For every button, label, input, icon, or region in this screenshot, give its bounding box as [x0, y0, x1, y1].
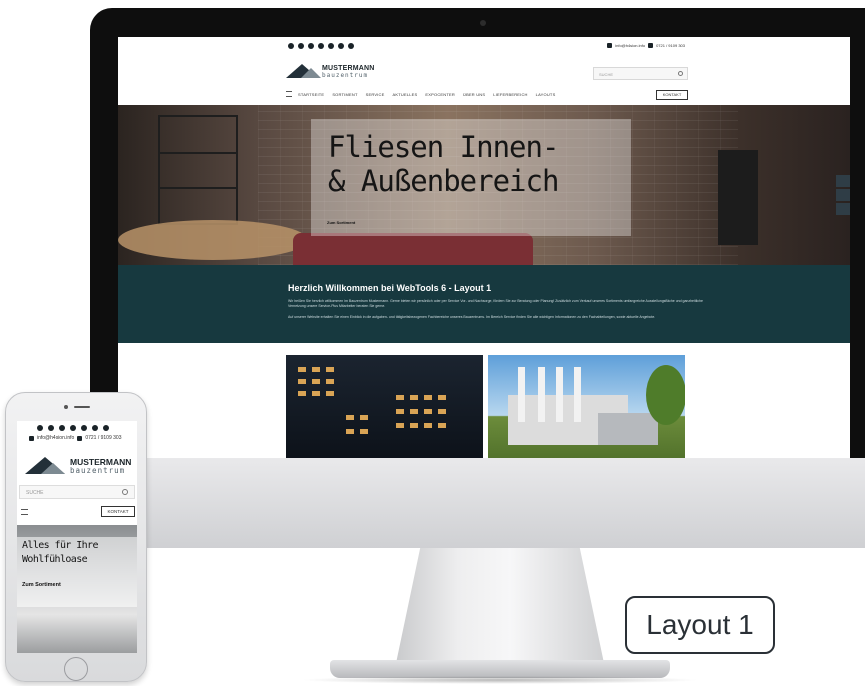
- nav-items: STARTSEITE SORTIMENT SERVICE AKTUELLES E…: [298, 92, 555, 97]
- phone-hero-title-line1: Alles für Ihre: [22, 540, 98, 551]
- stand-shadow: [300, 676, 700, 684]
- nav-item-startseite[interactable]: STARTSEITE: [298, 92, 324, 97]
- twitter-icon[interactable]: [48, 425, 54, 431]
- hero-table: [118, 220, 308, 260]
- nav-item-ueber-uns[interactable]: ÜBER UNS: [463, 92, 485, 97]
- phone-phone-link[interactable]: 0721 / 9109 303: [85, 435, 121, 441]
- welcome-paragraph-2: Auf unserer Website erhalten Sie einen E…: [288, 315, 656, 319]
- nav-item-layouts[interactable]: LAYOUTS: [536, 92, 556, 97]
- search-input[interactable]: SUCHE: [593, 67, 688, 80]
- teaser-image-building-night[interactable]: [286, 355, 483, 458]
- phone-contact-button[interactable]: KONTAKT: [101, 506, 135, 517]
- xing-icon[interactable]: [348, 43, 354, 49]
- youtube-icon[interactable]: [92, 425, 98, 431]
- contact-button[interactable]: KONTAKT: [656, 90, 688, 100]
- welcome-heading: Herzlich Willkommen bei WebTools 6 - Lay…: [288, 283, 492, 293]
- xing-icon[interactable]: [103, 425, 109, 431]
- clock-icon[interactable]: [836, 175, 850, 187]
- phone-search-input[interactable]: SUCHE: [19, 485, 135, 499]
- instagram-icon[interactable]: [308, 43, 314, 49]
- social-links: [288, 43, 354, 49]
- top-email-link[interactable]: info@h4sion.info: [615, 43, 645, 48]
- hero-shelf: [158, 115, 238, 225]
- phone-home-button: [64, 657, 88, 681]
- layout-label: Layout 1: [625, 596, 775, 654]
- phone-social-links: [37, 425, 109, 431]
- phone-icon: [77, 435, 83, 441]
- phone-hero-button[interactable]: Zum Sortiment: [22, 582, 61, 588]
- nav-item-expocenter[interactable]: EXPOCENTER: [425, 92, 455, 97]
- top-phone-link[interactable]: 0721 / 9109 303: [656, 43, 685, 48]
- hero-banner: Fliesen Innen- & Außenbereich Zum Sortim…: [118, 105, 850, 265]
- search-placeholder: SUCHE: [599, 72, 614, 77]
- menu-icon[interactable]: [286, 91, 292, 97]
- mail-icon[interactable]: [836, 189, 850, 201]
- phone-hero-title-line2: Wohlfühloase: [22, 554, 88, 565]
- hero-title: Fliesen Innen- & Außenbereich: [328, 130, 559, 198]
- phone-speaker: [74, 406, 90, 408]
- pinterest-icon[interactable]: [70, 425, 76, 431]
- phone-camera-icon: [64, 405, 68, 409]
- facebook-icon[interactable]: [37, 425, 43, 431]
- teaser-image-building-day[interactable]: [488, 355, 685, 458]
- desktop-screen: info@h4sion.info 0721 / 9109 303 MUSTERM…: [118, 37, 850, 458]
- hero-sofa: [293, 233, 533, 265]
- top-contact: info@h4sion.info 0721 / 9109 303: [607, 43, 685, 48]
- nav-item-lieferbereich[interactable]: LIEFERBEREICH: [493, 92, 527, 97]
- hero-button[interactable]: Zum Sortiment: [327, 220, 355, 225]
- mail-icon: [29, 435, 34, 441]
- instagram-icon[interactable]: [59, 425, 65, 431]
- mail-icon: [607, 43, 613, 48]
- twitter-icon[interactable]: [298, 43, 304, 49]
- topbar: info@h4sion.info 0721 / 9109 303: [118, 37, 850, 59]
- logo-sub: bauzentrum: [70, 466, 126, 475]
- site-header: MUSTERMANN bauzentrum SUCHE: [118, 59, 850, 87]
- logo-mark-inner: [41, 463, 65, 474]
- phone-frame: info@h4sion.info 0721 / 9109 303 MUSTERM…: [5, 392, 147, 682]
- nav-item-sortiment[interactable]: SORTIMENT: [332, 92, 357, 97]
- phone-contact: info@h4sion.info 0721 / 9109 303: [29, 435, 121, 441]
- side-tabs: [836, 175, 850, 215]
- monitor-stand: [395, 548, 605, 668]
- main-nav: STARTSEITE SORTIMENT SERVICE AKTUELLES E…: [118, 87, 850, 103]
- flickr-icon[interactable]: [81, 425, 87, 431]
- search-icon[interactable]: [122, 489, 128, 495]
- logo-name: MUSTERMANN: [322, 65, 375, 72]
- menu-icon[interactable]: [21, 509, 28, 515]
- facebook-icon[interactable]: [288, 43, 294, 49]
- share-icon[interactable]: [836, 203, 850, 215]
- search-icon[interactable]: [678, 71, 683, 76]
- phone-email-link[interactable]: info@h4sion.info: [37, 435, 74, 441]
- camera-icon: [480, 20, 486, 26]
- nav-item-service[interactable]: SERVICE: [366, 92, 385, 97]
- phone-hero-banner: Alles für Ihre Wohlfühloase Zum Sortimen…: [17, 525, 137, 653]
- hero-title-line2: & Außenbereich: [328, 164, 559, 198]
- hero-title-line1: Fliesen Innen-: [328, 130, 559, 164]
- phone-icon: [648, 43, 654, 48]
- pinterest-icon[interactable]: [318, 43, 324, 49]
- phone-hero-title: Alles für Ihre Wohlfühloase: [22, 539, 98, 567]
- logo-sub: bauzentrum: [322, 72, 369, 79]
- hero-speaker: [718, 150, 758, 245]
- monitor-chin: [90, 458, 865, 548]
- phone-screen: info@h4sion.info 0721 / 9109 303 MUSTERM…: [17, 421, 137, 653]
- flickr-icon[interactable]: [328, 43, 334, 49]
- search-placeholder: SUCHE: [26, 490, 44, 496]
- welcome-paragraph-1: Wir heißen Sie herzlich willkommen im Ba…: [288, 299, 703, 308]
- welcome-section: Herzlich Willkommen bei WebTools 6 - Lay…: [118, 265, 850, 343]
- logo-mark-inner: [301, 68, 321, 78]
- youtube-icon[interactable]: [338, 43, 344, 49]
- nav-item-aktuelles[interactable]: AKTUELLES: [393, 92, 418, 97]
